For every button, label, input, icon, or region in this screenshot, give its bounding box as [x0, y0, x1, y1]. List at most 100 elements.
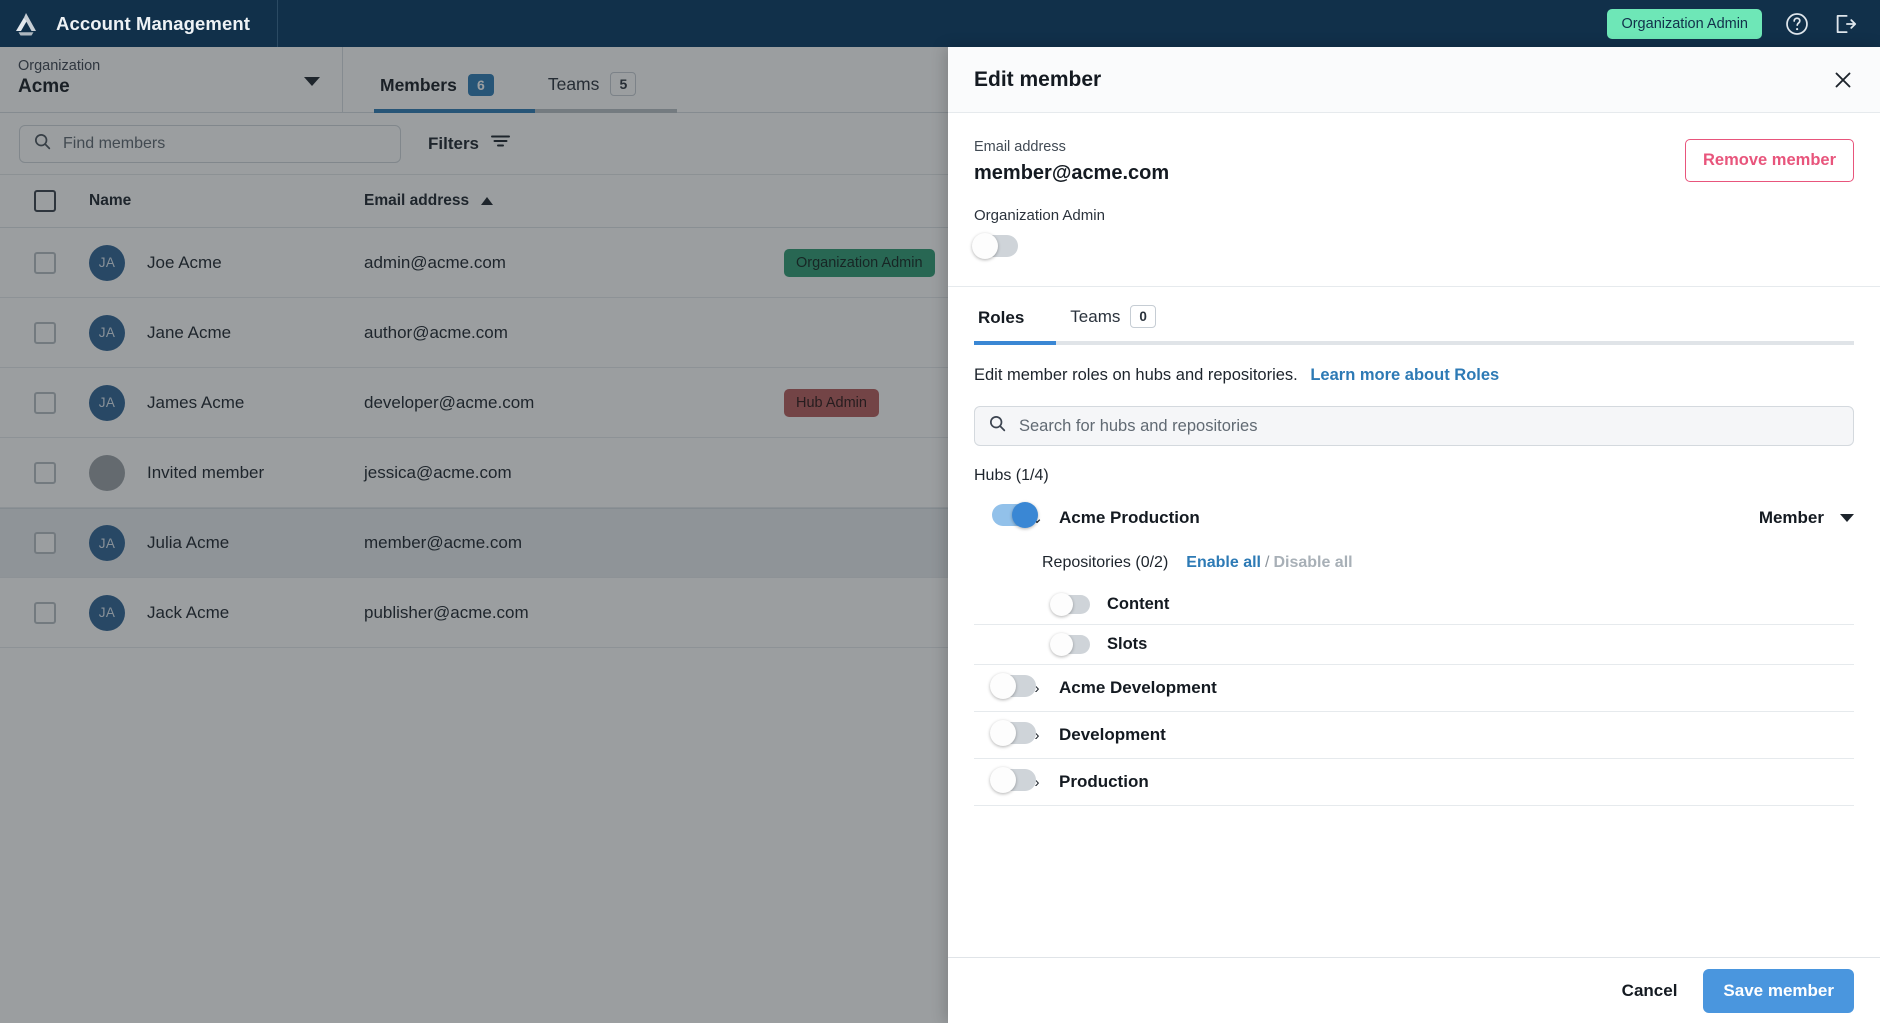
- organization-picker[interactable]: Organization Acme: [0, 47, 343, 113]
- enable-all-link[interactable]: Enable all: [1186, 554, 1261, 571]
- org-admin-toggle[interactable]: [972, 233, 1018, 259]
- avatar: [89, 454, 125, 491]
- row-checkbox-cell[interactable]: [0, 251, 89, 274]
- repository-row[interactable]: Content: [974, 585, 1854, 625]
- hub-toggle[interactable]: [990, 672, 1036, 699]
- hub-toggle[interactable]: [990, 766, 1036, 793]
- hub-row[interactable]: › Development: [974, 712, 1854, 759]
- remove-member-button[interactable]: Remove member: [1685, 139, 1854, 182]
- row-checkbox[interactable]: [33, 391, 56, 414]
- column-header-email-label: Email address: [364, 192, 470, 209]
- member-email: jessica@acme.com: [364, 462, 512, 482]
- member-name: Jane Acme: [147, 322, 232, 342]
- top-bar-actions: Organization Admin: [1607, 8, 1880, 39]
- drawer-tab-active-underline: [974, 341, 1056, 345]
- tab-members-label: Members: [380, 74, 457, 95]
- search-input[interactable]: [63, 135, 363, 153]
- avatar: JA: [89, 594, 125, 631]
- row-checkbox-cell[interactable]: [0, 391, 89, 414]
- hub-row[interactable]: › Acme Development: [974, 665, 1854, 712]
- hub-role-dropdown[interactable]: Member: [1759, 508, 1854, 528]
- row-checkbox-cell[interactable]: [0, 601, 89, 624]
- member-name-cell: JA Jane Acme: [89, 314, 364, 351]
- edit-member-drawer: Edit member Email address member@acme.co…: [948, 47, 1880, 1023]
- repository-name: Content: [1107, 595, 1170, 613]
- roles-description: Edit member roles on hubs and repositori…: [948, 345, 1880, 385]
- select-all-checkbox[interactable]: [33, 190, 56, 212]
- member-name-cell: JA Jack Acme: [89, 594, 364, 631]
- drawer-title: Edit member: [974, 67, 1102, 91]
- repository-row[interactable]: Slots: [974, 625, 1854, 665]
- table-row[interactable]: JA Julia Acme member@acme.com: [0, 508, 948, 578]
- help-circle-icon[interactable]: [1784, 11, 1810, 37]
- drawer-tab-teams-label: Teams: [1070, 306, 1121, 326]
- tab-members[interactable]: Members 6: [374, 74, 500, 112]
- tab-teams[interactable]: Teams 5: [542, 72, 643, 112]
- avatar: JA: [89, 244, 125, 281]
- hub-search-box[interactable]: [974, 406, 1854, 446]
- row-checkbox[interactable]: [33, 601, 56, 624]
- hub-toggle[interactable]: [990, 719, 1036, 746]
- row-checkbox-cell[interactable]: [0, 532, 89, 554]
- hub-toggle-wrap: [974, 766, 1036, 796]
- column-header-email[interactable]: Email address: [364, 192, 784, 210]
- hub-toggle-wrap: [974, 719, 1036, 749]
- drawer-tab-teams[interactable]: Teams 0: [1066, 305, 1160, 341]
- org-admin-label: Organization Admin: [974, 207, 1105, 224]
- row-checkbox-cell[interactable]: [0, 461, 89, 484]
- member-name: Invited member: [147, 462, 265, 482]
- find-members-search-box[interactable]: [19, 125, 401, 163]
- learn-more-about-roles-link[interactable]: Learn more about Roles: [1310, 366, 1499, 384]
- table-row[interactable]: JA James Acme developer@acme.com Hub Admin: [0, 368, 948, 438]
- cancel-button[interactable]: Cancel: [1622, 981, 1678, 1001]
- row-checkbox-cell[interactable]: [0, 321, 89, 344]
- repository-toggle[interactable]: [1050, 593, 1090, 616]
- row-checkbox[interactable]: [33, 532, 56, 554]
- drawer-tab-underline: [974, 341, 1854, 345]
- filters-button[interactable]: Filters: [428, 133, 511, 154]
- hub-name: Production: [1059, 772, 1149, 791]
- member-name: Julia Acme: [147, 533, 230, 552]
- tab-teams-count: 5: [610, 72, 637, 96]
- drawer-tab-roles-label: Roles: [978, 308, 1025, 327]
- email-section: Email address member@acme.com Remove mem…: [948, 113, 1880, 185]
- member-name-cell: JA Joe Acme: [89, 244, 364, 281]
- repository-toggle[interactable]: [1050, 633, 1090, 656]
- sort-asc-caret-icon: [481, 197, 494, 205]
- brand-area: Account Management: [0, 0, 278, 47]
- save-member-button[interactable]: Save member: [1703, 968, 1854, 1013]
- row-checkbox[interactable]: [33, 251, 56, 274]
- roles-description-text: Edit member roles on hubs and repositori…: [974, 366, 1298, 384]
- status-badge: Organization Admin: [784, 248, 935, 277]
- table-row[interactable]: JA Jack Acme publisher@acme.com: [0, 578, 948, 648]
- status-badge: Hub Admin: [784, 388, 879, 417]
- organization-value: Acme: [18, 76, 70, 97]
- member-name: James Acme: [147, 392, 245, 412]
- drawer-tab-teams-count: 0: [1130, 305, 1156, 328]
- hub-toggle[interactable]: [992, 502, 1038, 528]
- avatar: JA: [89, 525, 125, 561]
- repositories-header: Repositories (0/2) Enable all / Disable all: [974, 541, 1854, 585]
- row-checkbox[interactable]: [33, 321, 56, 344]
- hubs-count-label: Hubs (1/4): [974, 467, 1049, 484]
- disable-all-link[interactable]: Disable all: [1273, 554, 1352, 571]
- hub-search-input[interactable]: [1019, 416, 1719, 436]
- table-row[interactable]: JA Jane Acme author@acme.com: [0, 298, 948, 368]
- search-icon: [33, 132, 52, 156]
- column-header-name[interactable]: Name: [89, 192, 364, 210]
- member-email: admin@acme.com: [364, 252, 506, 272]
- row-checkbox[interactable]: [33, 461, 56, 484]
- hub-row[interactable]: › Production: [974, 759, 1854, 806]
- close-icon[interactable]: [1832, 69, 1854, 91]
- table-row[interactable]: JA Joe Acme admin@acme.com Organization Adm…: [0, 228, 948, 298]
- drawer-tab-bar: Roles Teams 0: [948, 287, 1880, 341]
- repository-name: Slots: [1107, 635, 1148, 653]
- repositories-bulk-links: Enable all / Disable all: [1186, 554, 1352, 572]
- select-all-cell[interactable]: [0, 190, 89, 212]
- table-row[interactable]: Invited member jessica@acme.com: [0, 438, 948, 508]
- logout-icon[interactable]: [1832, 11, 1858, 37]
- email-value: member@acme.com: [974, 162, 1170, 184]
- hub-row[interactable]: ⌄Acme ProductionMember: [974, 494, 1854, 541]
- drawer-footer: Cancel Save member: [948, 957, 1880, 1023]
- drawer-tab-roles[interactable]: Roles: [974, 308, 1028, 341]
